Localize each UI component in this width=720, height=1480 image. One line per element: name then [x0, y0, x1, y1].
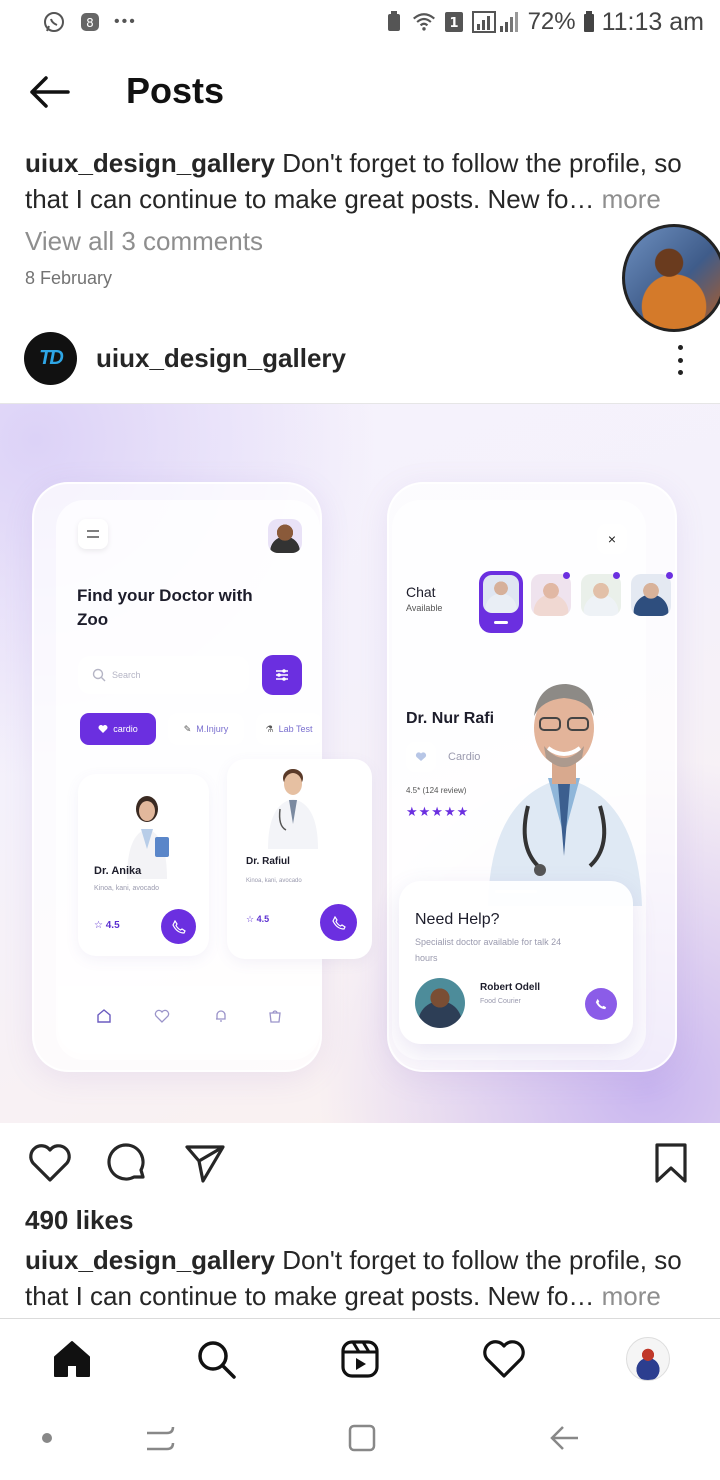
doctor-card-desc: Kinoa, kani, avocado — [94, 885, 159, 892]
mock-specialty: Cardio — [406, 742, 480, 772]
post-image[interactable]: Find your Doctor with Zoo Search cardio … — [0, 403, 720, 1123]
bookmark-icon[interactable] — [646, 1138, 696, 1188]
post-author-username[interactable]: uiux_design_gallery — [96, 343, 346, 374]
star-outline-icon: ☆ — [246, 914, 255, 924]
sheet-handle — [495, 890, 537, 893]
more-notifications-icon: ••• — [114, 13, 137, 30]
avatar-logo-text: TD — [39, 347, 64, 369]
chip-lab-test: ⚗ Lab Test — [256, 713, 322, 745]
page-title: Posts — [126, 70, 225, 111]
flask-icon: ⚗ — [265, 723, 274, 734]
dot-icon[interactable] — [27, 1418, 67, 1458]
bottom-navigation — [0, 1318, 720, 1396]
whatsapp-icon — [42, 10, 66, 34]
mock-home-icon — [97, 1009, 111, 1023]
online-dot — [563, 572, 570, 579]
phone-icon — [585, 988, 617, 1020]
post-author-avatar[interactable]: TD — [24, 332, 77, 385]
post-header: TD uiux_design_gallery — [0, 330, 720, 390]
caption-more-link[interactable]: more — [594, 1281, 661, 1311]
home-square-icon[interactable] — [342, 1418, 382, 1458]
post-date: 8 February — [25, 268, 113, 288]
phone-icon — [161, 909, 196, 944]
post-caption: uiux_design_gallery Don't forget to foll… — [25, 1242, 695, 1314]
view-all-comments-link[interactable]: View all 3 comments — [25, 226, 263, 257]
home-icon[interactable] — [48, 1335, 96, 1383]
mock-bag-icon — [269, 1010, 281, 1023]
chip-cardio: cardio — [80, 713, 156, 745]
heart-small-icon — [98, 725, 108, 733]
status-bar: 8 ••• 1 72% 11:13 am — [0, 0, 720, 44]
chip-m-injury: ✎ M.Injury — [168, 713, 244, 745]
mock-heart-icon — [154, 1009, 170, 1023]
reels-icon[interactable] — [336, 1335, 384, 1383]
caption-username[interactable]: uiux_design_gallery — [25, 1245, 275, 1275]
filter-icon — [262, 655, 302, 695]
arrow-left-icon[interactable] — [28, 74, 70, 110]
mock-chat-sub: Available — [406, 603, 443, 613]
doctor-card-rating: ☆ 4.5 — [94, 920, 120, 931]
more-vertical-icon[interactable] — [664, 342, 696, 378]
phone-icon — [320, 904, 357, 941]
search-icon[interactable] — [192, 1335, 240, 1383]
post-actions — [0, 1138, 720, 1194]
sim-1-icon: 1 — [442, 10, 466, 34]
star-outline-icon: ☆ — [94, 920, 103, 931]
mock-search-placeholder: Search — [112, 670, 141, 680]
mock-review-count: 4.5* (124 review) — [406, 786, 467, 795]
online-dot — [613, 572, 620, 579]
battery-percent: 72% — [527, 8, 576, 35]
doctor-card-rating: ☆ 4.5 — [246, 914, 270, 924]
floating-chat-head-avatar[interactable] — [622, 224, 720, 332]
doctor-portrait-photo — [488, 684, 642, 906]
search-icon — [92, 668, 106, 682]
doctor-card-name: Dr. Anika — [94, 865, 142, 877]
caption-username[interactable]: uiux_design_gallery — [25, 148, 275, 178]
system-navigation — [0, 1396, 720, 1480]
mock-courier-name: Robert Odell — [480, 982, 541, 993]
caption-more-link[interactable]: more — [594, 184, 661, 214]
doctor-thumb — [631, 574, 671, 616]
signal-icon — [471, 10, 522, 34]
back-icon[interactable] — [544, 1418, 584, 1458]
battery-saver-icon — [382, 10, 406, 34]
app-heading: Find your Doctor with Zoo — [77, 586, 253, 629]
mock-search-field: Search — [78, 656, 249, 694]
svg-text:1: 1 — [449, 16, 458, 31]
app-s-icon: 8 — [78, 10, 102, 34]
top-bar: Posts — [0, 56, 720, 126]
mock-close-icon: × — [597, 524, 627, 554]
mock-bell-icon — [216, 1010, 226, 1022]
doctor-photo-rafiul — [268, 769, 318, 849]
user-avatar — [268, 519, 302, 553]
selected-doctor-thumb — [479, 571, 523, 633]
mock-star-rating: ★★★★★ — [406, 804, 470, 819]
heart-icon[interactable] — [25, 1138, 75, 1188]
comment-icon[interactable] — [102, 1138, 152, 1188]
activity-heart-icon[interactable] — [480, 1335, 528, 1383]
doctor-card-desc: Kinoa, kani, avocado — [246, 878, 302, 884]
mock-help-sub: Specialist doctor available for talk 24 … — [415, 937, 562, 963]
mock-chat-title: Chat — [406, 584, 436, 600]
profile-avatar[interactable] — [624, 1335, 672, 1383]
doctor-card-name: Dr. Rafiul — [246, 856, 290, 867]
clock: 11:13 am — [601, 7, 704, 36]
courier-avatar — [415, 978, 465, 1028]
recents-icon[interactable] — [140, 1418, 180, 1458]
doctor-thumb — [581, 574, 621, 616]
mock-courier-role: Food Courier — [480, 998, 521, 1005]
doctor-thumb — [531, 574, 571, 616]
likes-count[interactable]: 490 likes — [25, 1205, 133, 1236]
svg-text:8: 8 — [86, 16, 94, 30]
menu-icon — [78, 519, 108, 549]
previous-post-caption: uiux_design_gallery Don't forget to foll… — [25, 145, 695, 217]
mock-help-title: Need Help? — [415, 911, 500, 928]
wifi-icon — [412, 10, 436, 34]
battery-icon — [582, 10, 596, 34]
online-dot — [666, 572, 673, 579]
bandage-icon: ✎ — [183, 723, 192, 734]
send-icon[interactable] — [180, 1138, 230, 1188]
heart-small-icon — [406, 742, 436, 772]
